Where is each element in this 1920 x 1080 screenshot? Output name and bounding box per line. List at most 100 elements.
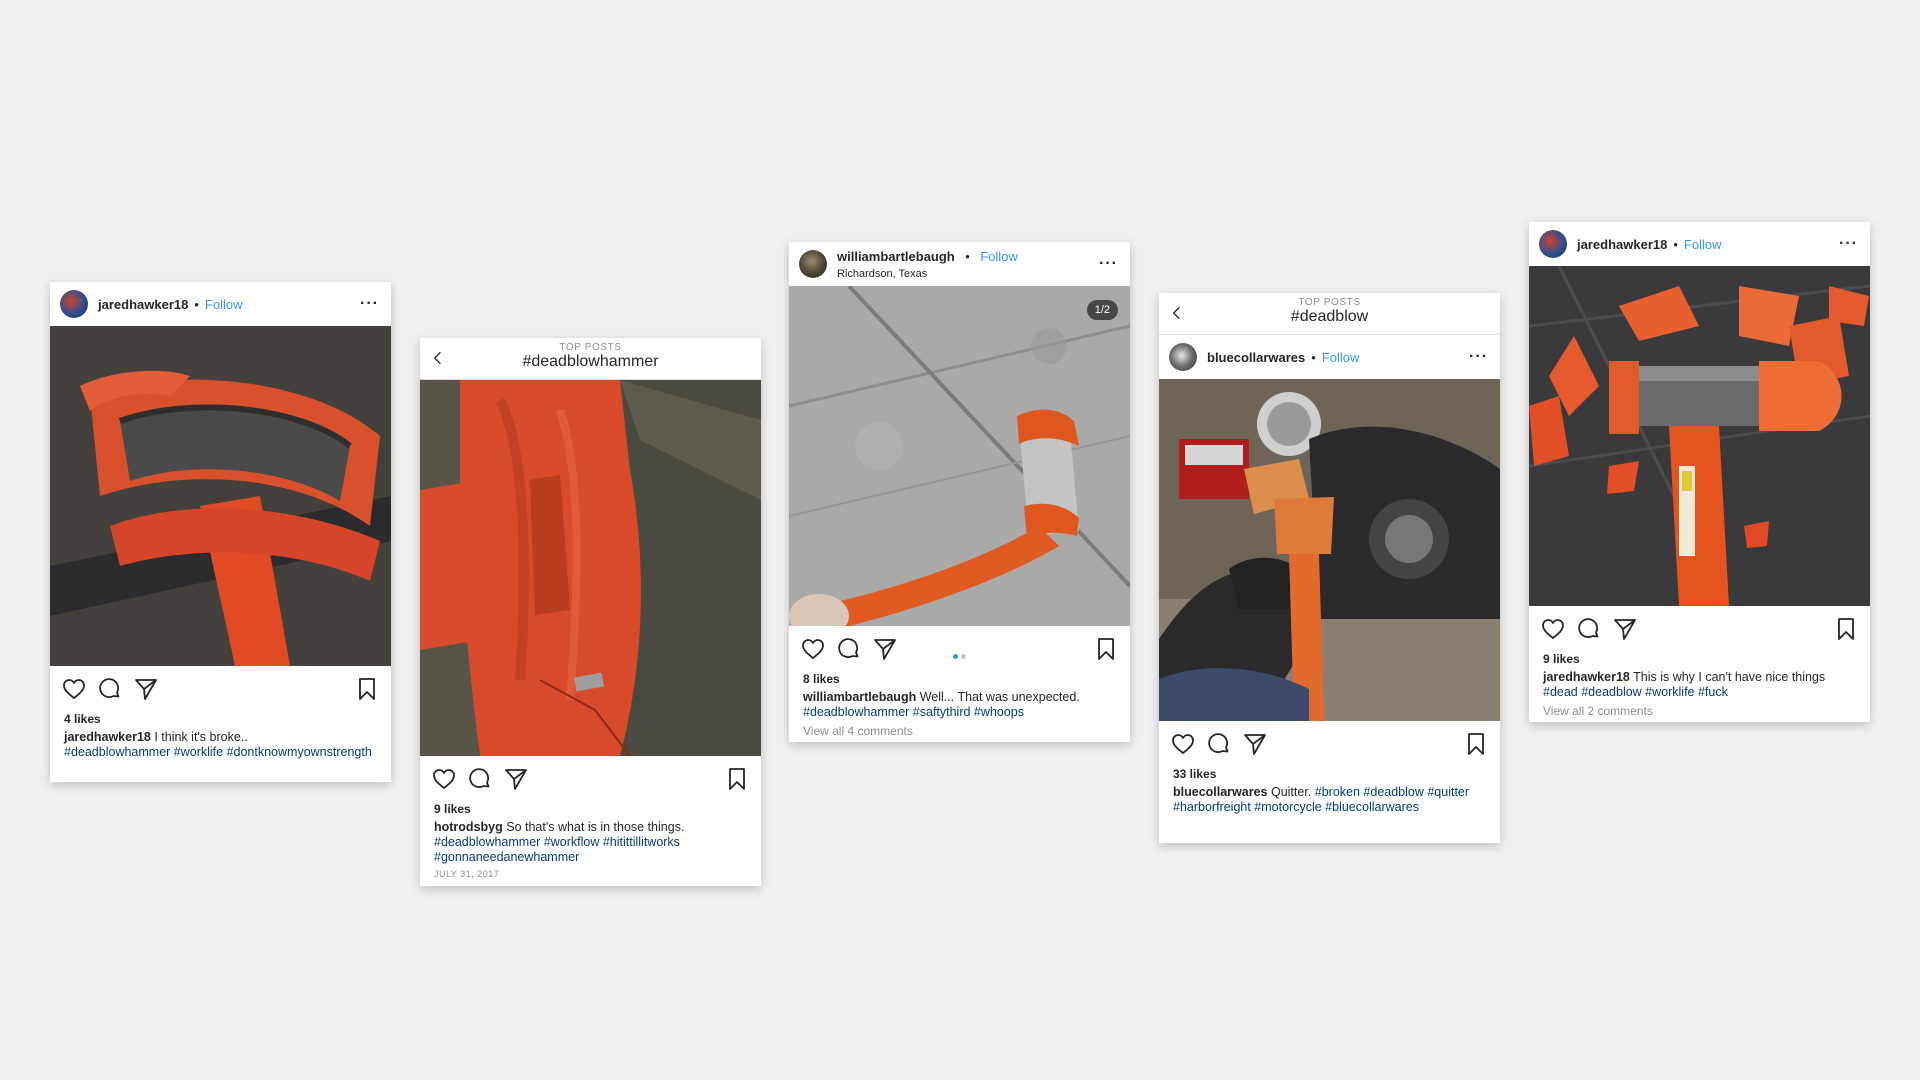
more-icon[interactable]: ··· [1469,348,1488,366]
separator-dot: • [965,249,970,264]
post-photo[interactable] [50,326,391,666]
top-posts-header: TOP POSTS #deadblow [1159,293,1500,335]
caption-hashtags[interactable]: #deadblowhammer #saftythird #whoops [803,705,1024,719]
comment-icon[interactable] [98,677,122,701]
caption: jaredhawker18 This is why I can't have n… [1529,666,1870,700]
follow-button[interactable]: Follow [205,297,243,312]
caption-text: Well... That was unexpected. [919,690,1080,704]
follow-button[interactable]: Follow [1684,237,1722,252]
comment-icon[interactable] [1207,732,1231,756]
action-bar [1529,606,1870,650]
caption-hashtags[interactable]: #deadblowhammer #worklife #dontknowmyown… [64,745,372,759]
heart-icon[interactable] [1541,617,1565,641]
post-card-2: TOP POSTS #deadblowhammer 9 likes hotrod… [420,338,761,886]
post-card-1: jaredhawker18 • Follow ··· 4 likes jared… [50,282,391,782]
action-bar [50,666,391,710]
photo-wrapper: 1/2 [789,286,1130,626]
hashtag-title: #deadblow [1290,308,1369,325]
comment-icon[interactable] [468,767,492,791]
top-posts-label: TOP POSTS [559,342,622,353]
username[interactable]: bluecollarwares [1207,350,1305,365]
send-icon[interactable] [873,637,897,661]
comment-icon[interactable] [1577,617,1601,641]
follow-button[interactable]: Follow [1322,350,1360,365]
post-photo[interactable] [789,286,1130,626]
action-bar [1159,721,1500,765]
like-count[interactable]: 4 likes [50,712,391,726]
heart-icon[interactable] [801,637,825,661]
caption: hotrodsbyg So that's what is in those th… [420,816,761,865]
caption-hashtags[interactable]: #dead #deadblow #worklife #fuck [1543,685,1728,699]
bookmark-icon[interactable] [1834,617,1858,641]
header-text: williambartlebaugh • Follow Richardson, … [837,248,1018,280]
username[interactable]: jaredhawker18 [98,297,188,312]
post-photo[interactable] [1529,266,1870,606]
caption-text: Quitter. [1270,785,1312,799]
more-icon[interactable]: ··· [1839,235,1858,253]
comment-icon[interactable] [837,637,861,661]
carousel-dot-active [953,654,958,659]
post-header: williambartlebaugh • Follow Richardson, … [789,242,1130,286]
avatar[interactable] [799,250,827,278]
post-card-4: TOP POSTS #deadblow bluecollarwares • Fo… [1159,293,1500,843]
post-header: jaredhawker18 • Follow ··· [1529,222,1870,266]
more-icon[interactable]: ··· [1099,255,1118,273]
view-comments-link[interactable]: View all 2 comments [1529,700,1870,718]
caption-text: I think it's broke.. [154,730,248,744]
username[interactable]: jaredhawker18 [1577,237,1667,252]
caption-username[interactable]: hotrodsbyg [434,820,503,834]
post-header: bluecollarwares • Follow ··· [1159,335,1500,379]
post-card-5: jaredhawker18 • Follow ··· 9 likes jared… [1529,222,1870,722]
send-icon[interactable] [504,767,528,791]
separator-dot: • [1673,236,1678,252]
top-posts-label: TOP POSTS [1298,297,1361,308]
like-count[interactable]: 9 likes [420,802,761,816]
carousel-dot [961,654,966,659]
caption-username[interactable]: jaredhawker18 [1543,670,1630,684]
avatar[interactable] [1169,343,1197,371]
caption-hashtags[interactable]: #deadblowhammer #workflow #hitittillitwo… [434,835,680,864]
send-icon[interactable] [134,677,158,701]
post-card-3: williambartlebaugh • Follow Richardson, … [789,242,1130,742]
carousel-counter: 1/2 [1086,300,1118,320]
bookmark-icon[interactable] [725,767,749,791]
carousel-dots[interactable] [952,646,968,664]
heart-icon[interactable] [1171,732,1195,756]
post-date: JULY 31, 2017 [434,869,500,879]
like-count[interactable]: 33 likes [1159,767,1500,781]
location[interactable]: Richardson, Texas [837,268,1018,280]
caption: williambartlebaugh Well... That was unex… [789,686,1130,720]
caption-username[interactable]: bluecollarwares [1173,785,1268,799]
caption-username[interactable]: jaredhawker18 [64,730,151,744]
heart-icon[interactable] [432,767,456,791]
view-comments-link[interactable]: View all 4 comments [789,720,1130,738]
top-posts-header: TOP POSTS #deadblowhammer [420,338,761,380]
avatar[interactable] [1539,230,1567,258]
hashtag-title: #deadblowhammer [522,353,659,370]
like-count[interactable]: 9 likes [1529,652,1870,666]
separator-dot: • [1311,349,1316,365]
separator-dot: • [194,296,199,312]
chevron-left-icon[interactable] [1169,302,1185,324]
heart-icon[interactable] [62,677,86,701]
caption-username[interactable]: williambartlebaugh [803,690,916,704]
bookmark-icon[interactable] [1464,732,1488,756]
post-photo[interactable] [1159,379,1500,721]
avatar[interactable] [60,290,88,318]
more-icon[interactable]: ··· [360,295,379,313]
post-header: jaredhawker18 • Follow ··· [50,282,391,326]
post-photo[interactable] [420,380,761,756]
caption: jaredhawker18 I think it's broke.. #dead… [50,726,391,760]
follow-button[interactable]: Follow [980,249,1018,264]
chevron-left-icon[interactable] [430,347,446,369]
caption-text: This is why I can't have nice things [1633,670,1826,684]
action-bar [420,756,761,800]
send-icon[interactable] [1613,617,1637,641]
bookmark-icon[interactable] [1094,637,1118,661]
username[interactable]: williambartlebaugh [837,249,955,264]
like-count[interactable]: 8 likes [789,672,1130,686]
caption-text: So that's what is in those things. [506,820,685,834]
action-bar [789,626,1130,670]
send-icon[interactable] [1243,732,1267,756]
bookmark-icon[interactable] [355,677,379,701]
